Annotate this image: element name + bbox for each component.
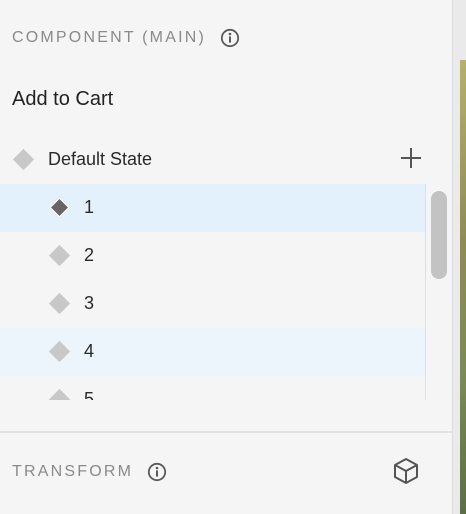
- state-list-item[interactable]: 2: [0, 232, 426, 280]
- state-item-label: 3: [84, 293, 95, 313]
- state-item-label: 1: [84, 197, 95, 217]
- state-item-label: 2: [84, 245, 95, 265]
- info-icon[interactable]: [147, 462, 167, 482]
- state-list-item[interactable]: 3: [0, 280, 426, 328]
- component-name: Add to Cart: [12, 88, 114, 110]
- state-diamond-icon: [48, 244, 71, 267]
- plus-icon: [401, 148, 421, 168]
- state-diamond-icon: [12, 148, 35, 171]
- state-list-item[interactable]: 4: [0, 328, 426, 376]
- default-state-row[interactable]: Default State: [0, 140, 436, 180]
- state-item-label: 4: [84, 341, 95, 361]
- state-diamond-icon: [48, 340, 71, 363]
- properties-panel: COMPONENT (MAIN) Add to Cart Default Sta…: [0, 0, 452, 514]
- component-section-header: COMPONENT (MAIN): [12, 26, 240, 50]
- transform-section-header: TRANSFORM: [12, 460, 167, 484]
- state-diamond-icon: [48, 292, 71, 315]
- add-state-button[interactable]: [400, 147, 422, 169]
- component-section-title: COMPONENT (MAIN): [12, 29, 207, 46]
- transform-section-title: TRANSFORM: [12, 463, 134, 480]
- section-divider: [0, 431, 452, 433]
- state-item-label: 5: [84, 389, 95, 400]
- state-list-item[interactable]: 1: [0, 184, 426, 232]
- state-list[interactable]: 1 2 3 4 5: [0, 184, 426, 400]
- info-icon[interactable]: [220, 28, 240, 48]
- state-diamond-icon: [48, 196, 71, 219]
- canvas-edge: [452, 0, 466, 514]
- scroll-track: [425, 184, 426, 400]
- 3d-cube-icon[interactable]: [392, 457, 420, 485]
- canvas-preview-strip: [460, 60, 466, 514]
- scrollbar-thumb[interactable]: [431, 191, 447, 279]
- state-list-item[interactable]: 5: [0, 376, 426, 400]
- state-diamond-icon: [48, 388, 71, 400]
- default-state-label: Default State: [48, 149, 153, 169]
